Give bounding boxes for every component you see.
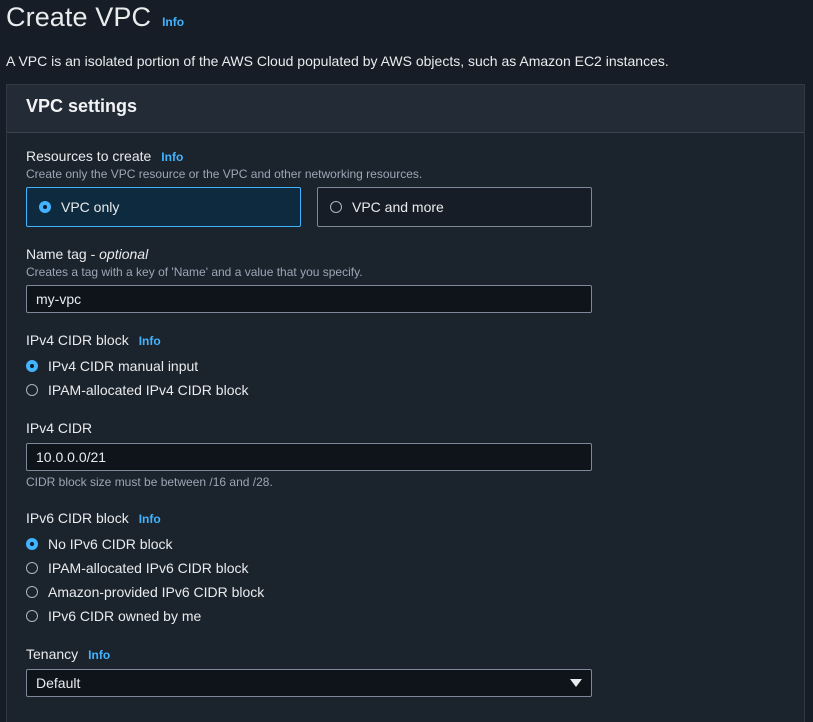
- vpc-only-radio[interactable]: [39, 201, 51, 213]
- name-tag-field: Name tag - optional Creates a tag with a…: [26, 246, 363, 279]
- ipv6-owned-option[interactable]: IPv6 CIDR owned by me: [26, 608, 201, 624]
- resources-label: Resources to create: [26, 148, 152, 164]
- tenancy-info-link[interactable]: Info: [88, 648, 110, 662]
- vpc-and-more-label: VPC and more: [352, 199, 444, 215]
- ipv4-cidr-label-row: IPv4 CIDR: [26, 420, 92, 436]
- page-title: Create VPC: [6, 2, 152, 32]
- ipv6-amazon-label: Amazon-provided IPv6 CIDR block: [48, 584, 265, 600]
- panel-header: VPC settings: [7, 85, 804, 133]
- page-description: A VPC is an isolated portion of the AWS …: [6, 53, 669, 69]
- ipv4-ipam-radio[interactable]: [26, 384, 38, 396]
- ipv4-cidr-hint-wrap: CIDR block size must be between /16 and …: [26, 475, 273, 489]
- ipv6-owned-label: IPv6 CIDR owned by me: [48, 608, 202, 624]
- name-tag-input[interactable]: [26, 285, 592, 313]
- ipv6-block-label-row: IPv6 CIDR block Info: [26, 510, 161, 526]
- ipv6-amazon-radio[interactable]: [26, 586, 38, 598]
- ipv6-ipam-radio[interactable]: [26, 562, 38, 574]
- tile-vpc-only[interactable]: VPC only: [26, 187, 301, 227]
- vpc-settings-panel: VPC settings Resources to create Info Cr…: [6, 84, 805, 722]
- ipv6-none-option[interactable]: No IPv6 CIDR block: [26, 536, 172, 552]
- resources-info-link[interactable]: Info: [161, 150, 183, 164]
- create-vpc-page: Create VPC Info A VPC is an isolated por…: [0, 0, 813, 722]
- ipv4-cidr-hint: CIDR block size must be between /16 and …: [26, 475, 273, 489]
- ipv6-ipam-label: IPAM-allocated IPv6 CIDR block: [48, 560, 249, 576]
- resources-field: Resources to create Info Create only the…: [26, 148, 422, 181]
- ipv4-block-label-row: IPv4 CIDR block Info: [26, 332, 161, 348]
- ipv4-block-field: IPv4 CIDR block Info: [26, 332, 161, 348]
- ipv4-cidr-label: IPv4 CIDR: [26, 420, 93, 436]
- ipv4-cidr-input[interactable]: [26, 443, 592, 471]
- resources-label-row: Resources to create Info: [26, 148, 422, 164]
- ipv4-manual-option[interactable]: IPv4 CIDR manual input: [26, 358, 198, 374]
- tenancy-field: Tenancy Info: [26, 646, 110, 662]
- tenancy-label: Tenancy: [26, 646, 79, 662]
- ipv6-none-radio[interactable]: [26, 538, 38, 550]
- tenancy-selected-value: Default: [36, 675, 81, 691]
- caret-down-icon: [570, 679, 582, 687]
- ipv6-amazon-option[interactable]: Amazon-provided IPv6 CIDR block: [26, 584, 264, 600]
- ipv6-block-field: IPv6 CIDR block Info: [26, 510, 161, 526]
- ipv6-block-label: IPv6 CIDR block: [26, 510, 129, 526]
- ipv4-ipam-option[interactable]: IPAM-allocated IPv4 CIDR block: [26, 382, 248, 398]
- ipv6-none-label: No IPv6 CIDR block: [48, 536, 173, 552]
- name-tag-hint: Creates a tag with a key of 'Name' and a…: [26, 265, 363, 279]
- title-info-link[interactable]: Info: [162, 15, 184, 29]
- name-tag-optional: optional: [99, 246, 149, 262]
- resources-hint: Create only the VPC resource or the VPC …: [26, 167, 423, 181]
- ipv6-block-info-link[interactable]: Info: [139, 512, 161, 526]
- tenancy-select[interactable]: Default: [26, 669, 592, 697]
- ipv4-cidr-field: IPv4 CIDR: [26, 420, 92, 436]
- ipv4-manual-radio[interactable]: [26, 360, 38, 372]
- tenancy-label-row: Tenancy Info: [26, 646, 110, 662]
- ipv4-block-label: IPv4 CIDR block: [26, 332, 129, 348]
- ipv4-manual-label: IPv4 CIDR manual input: [48, 358, 199, 374]
- vpc-only-label: VPC only: [61, 199, 120, 215]
- panel-title: VPC settings: [26, 96, 138, 116]
- ipv6-ipam-option[interactable]: IPAM-allocated IPv6 CIDR block: [26, 560, 248, 576]
- title-row: Create VPC Info: [6, 2, 184, 33]
- ipv6-owned-radio[interactable]: [26, 610, 38, 622]
- ipv4-block-info-link[interactable]: Info: [139, 334, 161, 348]
- ipv4-ipam-label: IPAM-allocated IPv4 CIDR block: [48, 382, 249, 398]
- name-tag-label-row: Name tag - optional: [26, 246, 363, 262]
- name-tag-label: Name tag -: [26, 246, 100, 262]
- vpc-and-more-radio[interactable]: [330, 201, 342, 213]
- tile-vpc-and-more[interactable]: VPC and more: [317, 187, 592, 227]
